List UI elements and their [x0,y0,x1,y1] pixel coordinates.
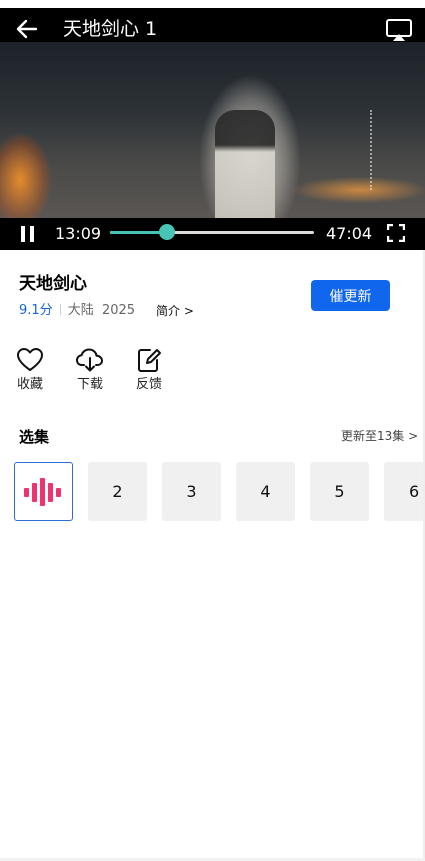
favorite-label: 收藏 [16,377,43,392]
episodes-more-link[interactable]: 更新至13集 > [341,428,418,445]
favorite-button[interactable]: 收藏 [5,347,55,394]
sound-wave-icon [23,477,61,506]
episode-5-button[interactable]: 5 [310,462,369,521]
back-arrow-icon[interactable] [14,16,40,42]
meta-divider [59,304,61,315]
feedback-label: 反馈 [135,377,162,392]
fullscreen-icon[interactable] [387,224,405,242]
video-player[interactable] [0,8,425,250]
episodes-title: 选集 [19,428,50,446]
episode-6-button[interactable]: 6 [384,462,425,521]
episode-4-button[interactable]: 4 [236,462,295,521]
show-title: 天地剑心 [19,274,87,294]
download-label: 下载 [76,377,103,392]
rating-score: 9.1分 [19,303,53,318]
heart-icon [17,348,43,371]
current-time: 13:09 [55,224,102,243]
progress-slider[interactable] [110,224,314,240]
airplay-icon[interactable] [384,17,414,43]
player-title: 天地剑心 1 [63,18,158,40]
intro-link[interactable]: 简介 > [156,303,194,320]
urge-update-button[interactable]: 催更新 [311,280,390,311]
episode-3-button[interactable]: 3 [162,462,221,521]
video-calligraphy [370,110,386,190]
pause-icon[interactable] [18,225,38,243]
progress-thumb[interactable] [159,224,176,240]
show-meta: 9.1分 大陆 2025 [19,302,135,320]
video-frame[interactable] [0,40,425,250]
cloud-download-icon [76,348,103,372]
status-strip [0,0,425,8]
duration-time: 47:04 [326,224,373,243]
show-region: 大陆 [67,303,94,318]
episode-2-button[interactable]: 2 [88,462,147,521]
feedback-edit-icon [138,349,161,372]
download-button[interactable]: 下载 [65,347,115,394]
feedback-button[interactable]: 反馈 [124,347,174,394]
episode-1-button[interactable] [14,462,73,521]
show-year: 2025 [101,303,136,318]
